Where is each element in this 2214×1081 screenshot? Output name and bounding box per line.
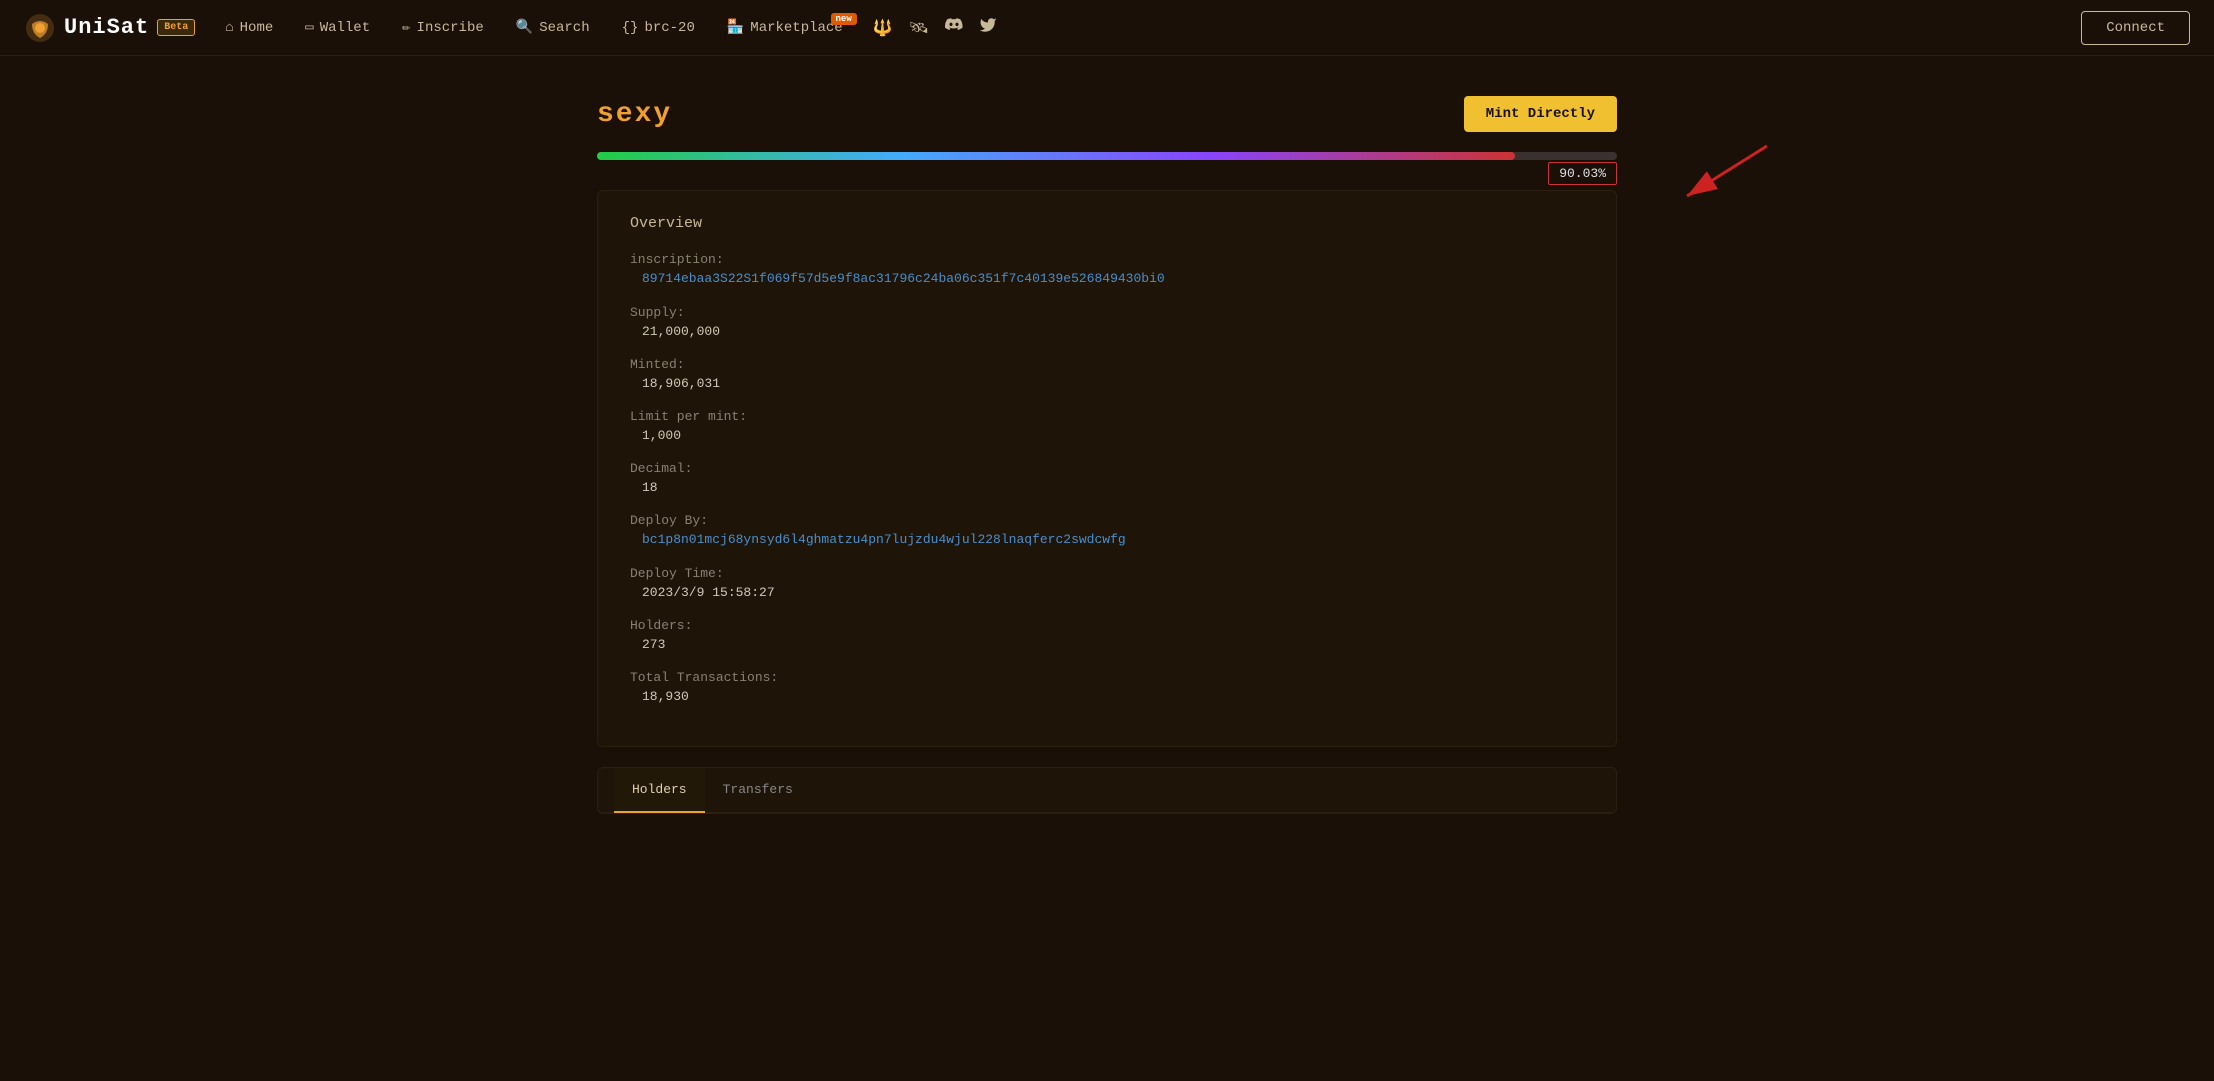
- nav-marketplace-label: Marketplace: [750, 20, 842, 36]
- minted-label: Minted:: [630, 357, 1584, 372]
- holders-label: Holders:: [630, 618, 1584, 633]
- token-header: sexy Mint Directly: [597, 96, 1617, 132]
- field-minted: Minted: 18,906,031: [630, 357, 1584, 391]
- deploy-time-label: Deploy Time:: [630, 566, 1584, 581]
- new-badge: new: [831, 13, 857, 25]
- field-decimal: Decimal: 18: [630, 461, 1584, 495]
- navbar: UniSat Beta ⌂ Home ▭ Wallet ✏ Inscribe 🔍…: [0, 0, 2214, 56]
- nav-home[interactable]: ⌂ Home: [211, 14, 287, 42]
- supply-label: Supply:: [630, 305, 1584, 320]
- progress-bar-fill: [597, 152, 1515, 160]
- nav-inscribe[interactable]: ✏ Inscribe: [388, 13, 498, 42]
- tabs-header: Holders Transfers: [598, 768, 1616, 813]
- nav-search-label: Search: [539, 20, 589, 36]
- discord-icon[interactable]: [945, 16, 963, 39]
- inscription-value[interactable]: 89714ebaa3S22S1f069f57d5e9f8ac31796c24ba…: [630, 271, 1165, 286]
- field-limit: Limit per mint: 1,000: [630, 409, 1584, 443]
- nav-brc20-label: brc-20: [644, 20, 694, 36]
- inscribe-icon: ✏: [402, 19, 410, 36]
- nav-search[interactable]: 🔍 Search: [502, 13, 604, 42]
- minted-value: 18,906,031: [630, 376, 1584, 391]
- total-tx-value: 18,930: [630, 689, 1584, 704]
- tab-transfers[interactable]: Transfers: [705, 768, 811, 813]
- nav-home-label: Home: [240, 20, 274, 36]
- arrow-icon: [1657, 136, 1777, 216]
- limit-label: Limit per mint:: [630, 409, 1584, 424]
- holders-value: 273: [630, 637, 1584, 652]
- decimal-label: Decimal:: [630, 461, 1584, 476]
- inscription-label: inscription:: [630, 252, 1584, 267]
- overview-title: Overview: [630, 215, 1584, 232]
- field-holders: Holders: 273: [630, 618, 1584, 652]
- beta-badge: Beta: [157, 19, 195, 36]
- progress-container: 90.03%: [597, 152, 1617, 182]
- mint-directly-button[interactable]: Mint Directly: [1464, 96, 1617, 132]
- search-icon: 🔍: [516, 19, 533, 36]
- brc20-icon: {}: [622, 20, 639, 36]
- logo-text: UniSat: [64, 15, 149, 40]
- field-total-tx: Total Transactions: 18,930: [630, 670, 1584, 704]
- twitter-icon[interactable]: [979, 16, 997, 39]
- main-content: sexy Mint Directly 90.03%: [577, 56, 1637, 854]
- decimal-value: 18: [630, 480, 1584, 495]
- progress-label: 90.03%: [1548, 162, 1617, 185]
- token-name: sexy: [597, 99, 672, 130]
- connect-button[interactable]: Connect: [2081, 11, 2190, 45]
- nav-inscribe-label: Inscribe: [417, 20, 484, 36]
- field-supply: Supply: 21,000,000: [630, 305, 1584, 339]
- arrow-annotation: [1657, 136, 1777, 221]
- field-deploy-time: Deploy Time: 2023/3/9 15:58:27: [630, 566, 1584, 600]
- satellite-icon[interactable]: 🛰: [909, 18, 929, 38]
- deploy-by-label: Deploy By:: [630, 513, 1584, 528]
- nav-marketplace[interactable]: 🏪 Marketplace new: [713, 13, 857, 42]
- deploy-time-value: 2023/3/9 15:58:27: [630, 585, 1584, 600]
- field-inscription: inscription: 89714ebaa3S22S1f069f57d5e9f…: [630, 252, 1584, 287]
- unisat-logo-icon: [24, 12, 56, 44]
- nav-wallet-label: Wallet: [320, 20, 370, 36]
- tab-holders[interactable]: Holders: [614, 768, 705, 813]
- deploy-by-value[interactable]: bc1p8n01mcj68ynsyd6l4ghmatzu4pn7lujzdu4w…: [630, 532, 1126, 547]
- trident-icon[interactable]: 🔱: [873, 18, 893, 38]
- wallet-icon: ▭: [305, 19, 313, 36]
- nav-brc20[interactable]: {} brc-20: [608, 14, 709, 42]
- nav-wallet[interactable]: ▭ Wallet: [291, 13, 384, 42]
- limit-value: 1,000: [630, 428, 1584, 443]
- logo[interactable]: UniSat Beta: [24, 12, 195, 44]
- total-tx-label: Total Transactions:: [630, 670, 1584, 685]
- marketplace-icon: 🏪: [727, 19, 744, 36]
- progress-bar-background: [597, 152, 1617, 160]
- home-icon: ⌂: [225, 20, 233, 36]
- nav-links: ⌂ Home ▭ Wallet ✏ Inscribe 🔍 Search {} b…: [211, 13, 2081, 42]
- tabs-card: Holders Transfers: [597, 767, 1617, 814]
- social-icons: 🔱 🛰: [873, 16, 997, 39]
- supply-value: 21,000,000: [630, 324, 1584, 339]
- field-deploy-by: Deploy By: bc1p8n01mcj68ynsyd6l4ghmatzu4…: [630, 513, 1584, 548]
- overview-card: Overview inscription: 89714ebaa3S22S1f06…: [597, 190, 1617, 747]
- progress-label-container: 90.03%: [597, 166, 1617, 182]
